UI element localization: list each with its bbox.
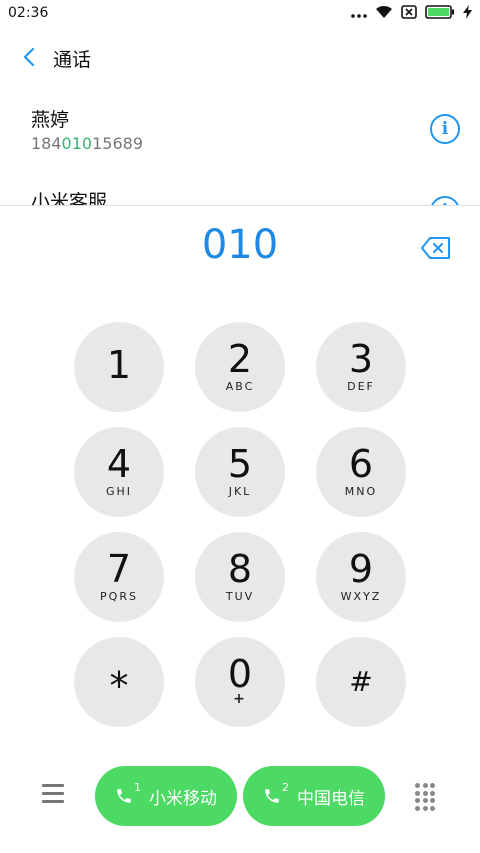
key-hash[interactable]: # <box>316 637 406 727</box>
call-sim2-button[interactable]: 2 中国电信 <box>243 766 385 826</box>
charging-icon <box>463 4 472 23</box>
key-6[interactable]: 6 MNO <box>316 427 406 517</box>
contact-number: 18401015689 <box>31 134 143 153</box>
key-letters: DEF <box>347 380 375 393</box>
backspace-button[interactable] <box>420 236 452 262</box>
key-letters: ABC <box>225 380 255 393</box>
battery-icon <box>425 4 455 23</box>
status-bar: 02:36 <box>0 0 480 28</box>
phone-icon <box>117 789 131 803</box>
no-sim-icon <box>401 4 417 23</box>
more-dots-icon <box>351 4 367 23</box>
bottom-bar: 1 小米移动 2 中国电信 <box>0 765 480 826</box>
menu-button[interactable] <box>42 784 64 804</box>
key-digit: 2 <box>227 337 253 381</box>
key-2[interactable]: 2 ABC <box>195 322 285 412</box>
number-suffix: 15689 <box>92 134 143 153</box>
dialed-number-display: 010 <box>201 222 279 268</box>
key-9[interactable]: 9 WXYZ <box>316 532 406 622</box>
key-digit: 6 <box>348 442 374 486</box>
contact-result-item[interactable]: 燕婷 18401015689 i <box>0 90 480 172</box>
contact-name: 燕婷 <box>31 109 70 131</box>
key-letters: MNO <box>344 485 378 498</box>
key-letters: GHI <box>105 485 133 498</box>
info-icon[interactable]: i <box>430 114 460 144</box>
key-digit: 3 <box>348 337 374 381</box>
key-letters: WXYZ <box>340 590 382 603</box>
dialpad-icon[interactable] <box>415 783 439 811</box>
key-digit: 9 <box>348 547 374 591</box>
key-digit: # <box>349 665 373 698</box>
key-5[interactable]: 5 JKL <box>195 427 285 517</box>
contact-result-list: 燕婷 18401015689 i 小米客服 i <box>0 90 480 206</box>
page-title: 通话 <box>53 49 92 71</box>
call-sim1-button[interactable]: 1 小米移动 <box>95 766 237 826</box>
wifi-icon <box>375 4 393 23</box>
header: 通话 <box>0 34 480 80</box>
key-digit: * <box>109 664 129 708</box>
sim-slot-number: 2 <box>282 780 289 794</box>
key-star[interactable]: * <box>74 637 164 727</box>
key-digit: 4 <box>106 442 132 486</box>
number-match-highlight: 010 <box>61 134 93 153</box>
key-letters: PQRS <box>100 590 138 603</box>
chevron-left-icon <box>23 47 35 67</box>
key-7[interactable]: 7 PQRS <box>74 532 164 622</box>
status-icons <box>351 4 472 23</box>
contact-name: 小米客服 <box>31 191 108 206</box>
phone-icon <box>265 789 279 803</box>
status-time: 02:36 <box>8 5 49 21</box>
sim1-carrier-label: 小米移动 <box>149 788 217 809</box>
key-digit: 1 <box>106 343 132 387</box>
key-digit: 5 <box>227 442 253 486</box>
number-prefix: 184 <box>31 134 62 153</box>
key-letters: + <box>233 691 247 707</box>
key-letters: TUV <box>225 590 255 603</box>
contact-result-item[interactable]: 小米客服 i <box>0 172 480 206</box>
key-1[interactable]: 1 <box>74 322 164 412</box>
key-0[interactable]: 0 + <box>195 637 285 727</box>
back-button[interactable] <box>14 42 44 72</box>
info-icon[interactable]: i <box>430 196 460 205</box>
backspace-icon <box>421 237 450 259</box>
sim-slot-number: 1 <box>134 780 141 794</box>
key-digit: 7 <box>106 547 132 591</box>
key-digit: 8 <box>227 547 253 591</box>
key-4[interactable]: 4 GHI <box>74 427 164 517</box>
key-3[interactable]: 3 DEF <box>316 322 406 412</box>
key-8[interactable]: 8 TUV <box>195 532 285 622</box>
sim2-carrier-label: 中国电信 <box>297 788 365 809</box>
menu-icon <box>42 784 64 803</box>
key-letters: JKL <box>228 485 252 498</box>
